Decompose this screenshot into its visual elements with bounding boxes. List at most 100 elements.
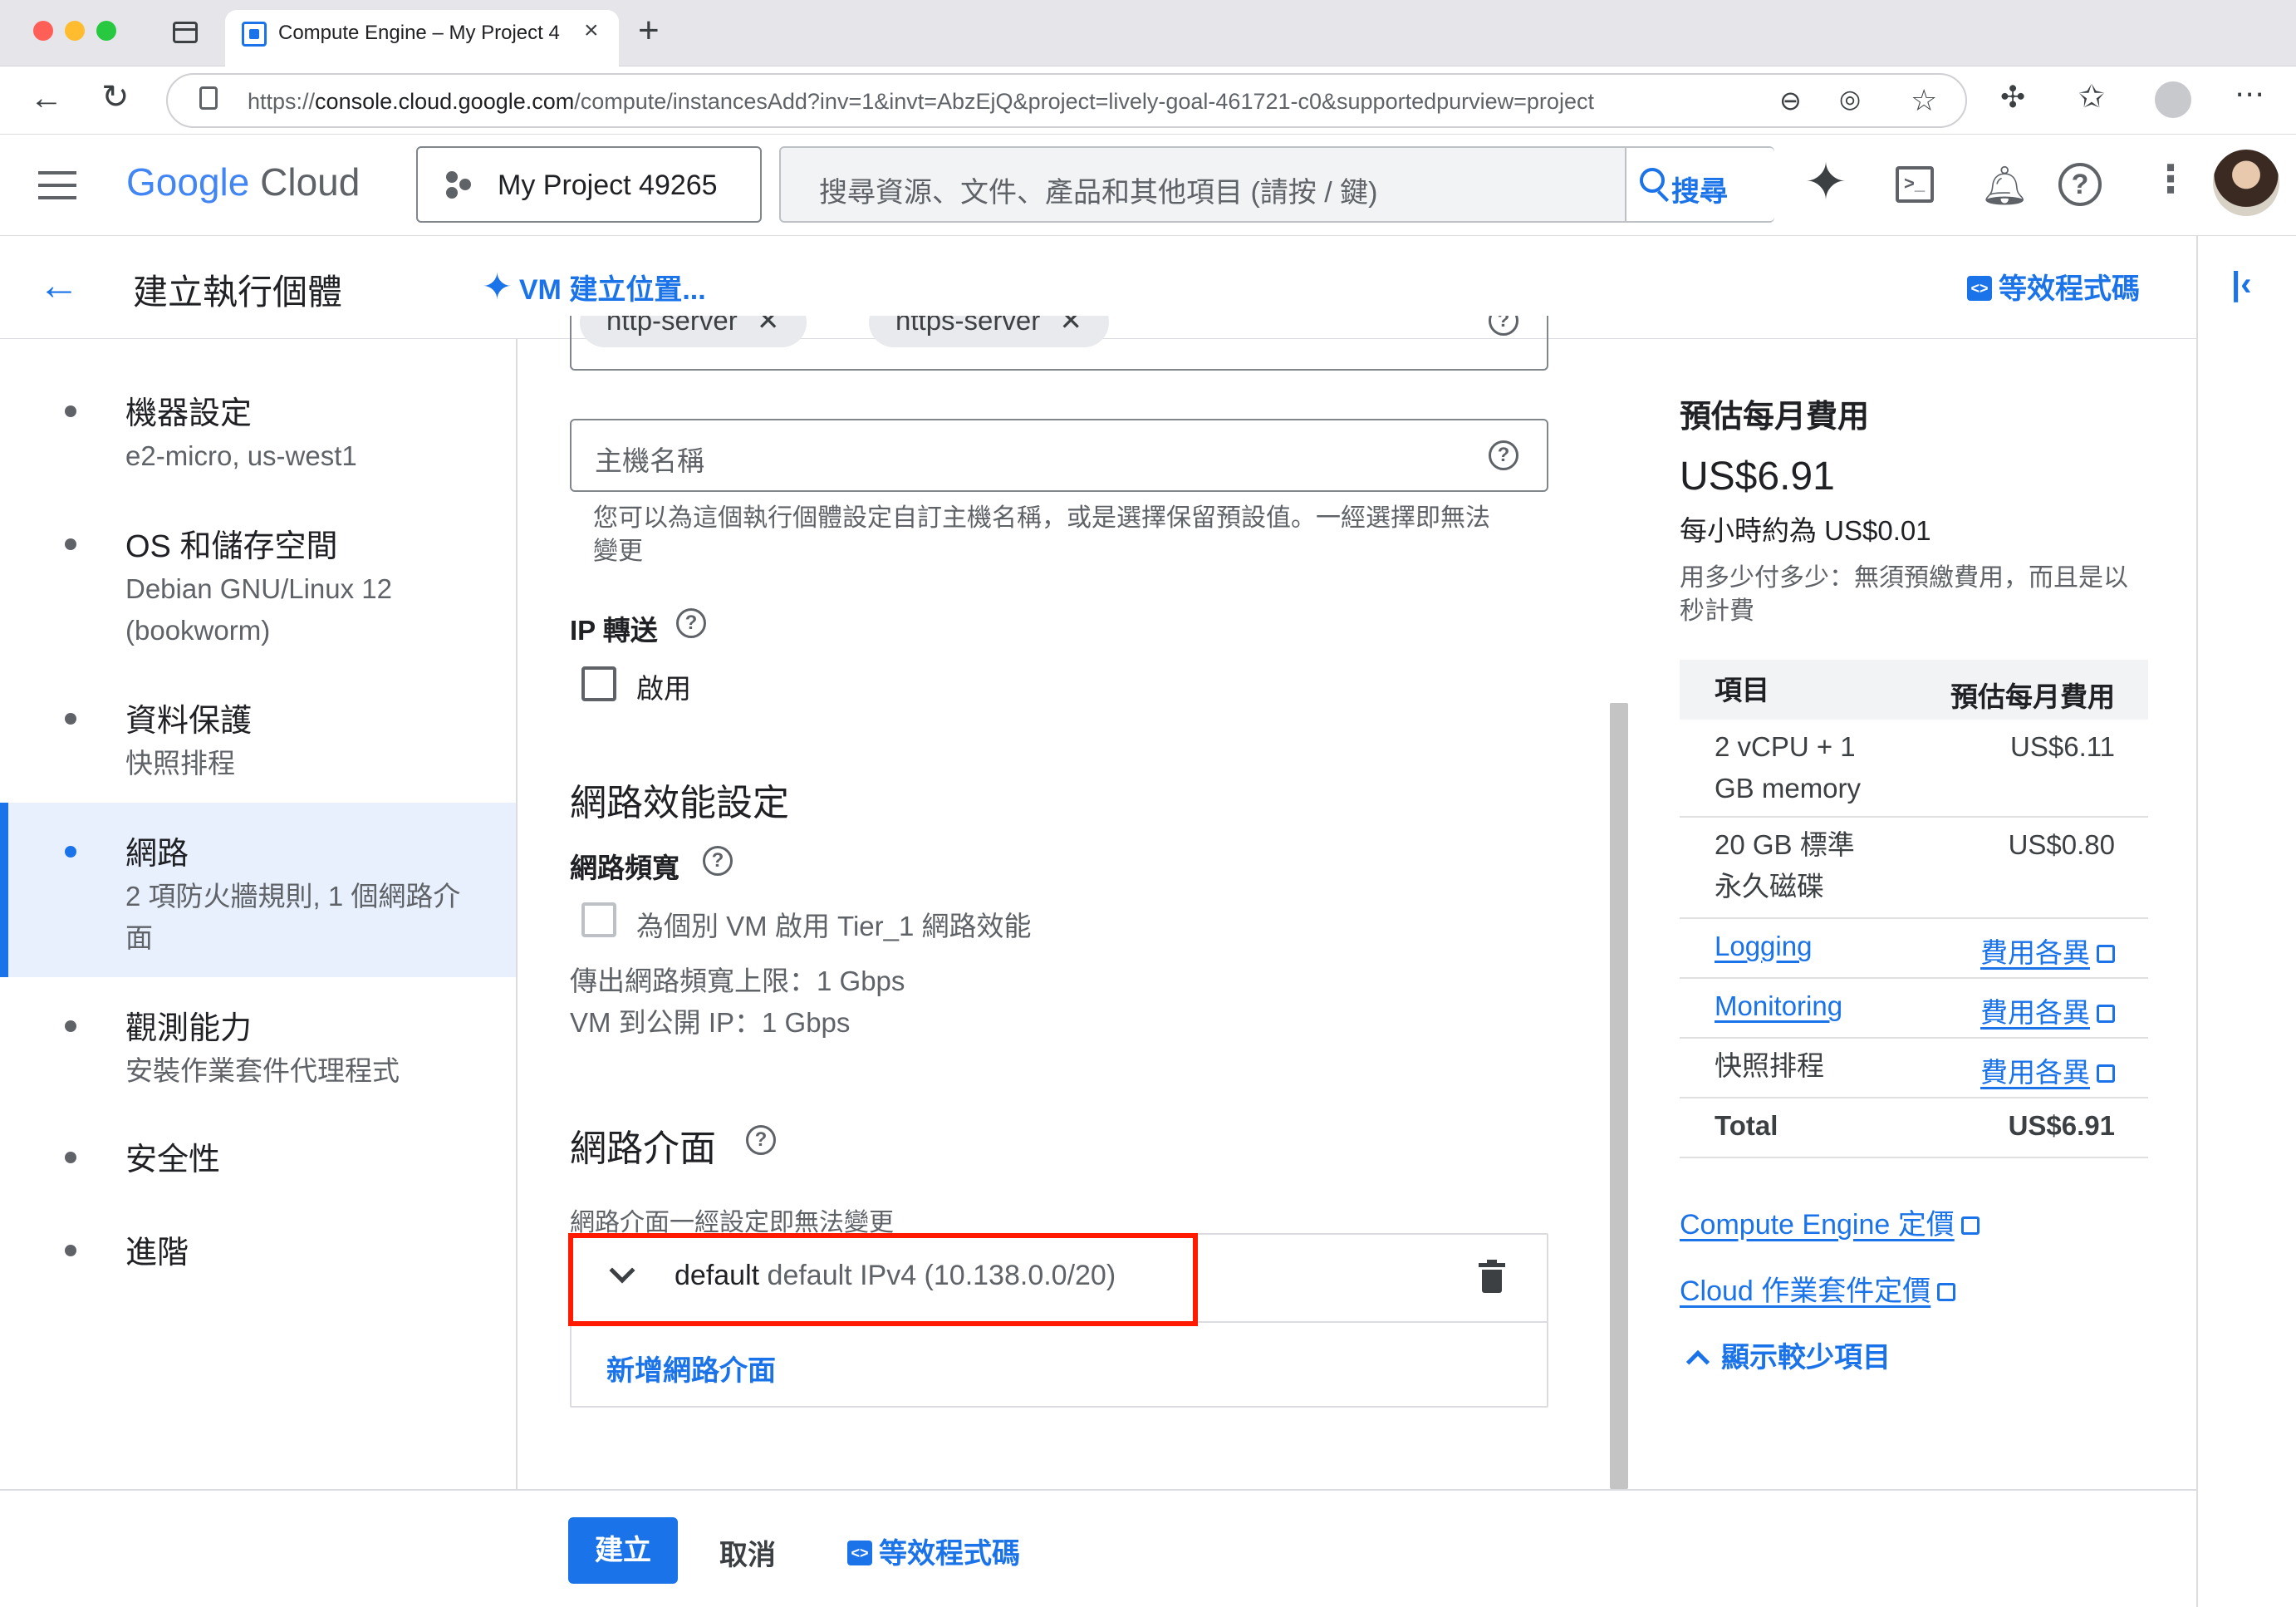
nav-item-subtitle: Debian GNU/Linux 12 (bookworm) [125,573,393,646]
help-icon[interactable]: ? [1489,440,1518,470]
zoom-icon[interactable]: ⊖ [1779,85,1802,116]
external-link-icon [2097,945,2115,963]
nav-active-indicator [0,803,8,977]
tab-close-icon[interactable]: × [584,17,599,45]
hostname-field[interactable]: 主機名稱 ? [570,419,1548,492]
billing-note: 用多少付多少：無須預繳費用，而且是以 秒計費 [1680,564,2128,625]
cost-row-value: US$0.80 [2008,829,2115,860]
varies-link[interactable]: 費用各異 [1980,990,2115,1030]
nav-item-subtitle: 安裝作業套件代理程式 [125,1055,400,1086]
tag-chip[interactable]: http-server ✕ [580,316,807,347]
add-network-interface-button[interactable]: 新增網路介面 [606,1348,776,1388]
create-button[interactable]: 建立 [568,1517,678,1584]
nav-item-title: 資料保護 [125,704,253,739]
egress-limit-text: 傳出網路頻寬上限：1 Gbps [570,966,905,996]
browser-toolbar: ← ↻ https://console.cloud.google.com/com… [0,66,2296,135]
network-tags-field[interactable]: http-server ✕ https-server ✕ ? [570,316,1548,371]
external-link-icon [1937,1283,1956,1301]
monitoring-link[interactable]: Monitoring [1715,985,1842,1027]
help-icon[interactable]: ? [2058,163,2102,206]
search-button-label: 搜尋 [1671,176,1728,208]
search-placeholder: 搜尋資源、文件、產品和其他項目 (請按 / 鍵) [819,177,1378,209]
chip-remove-icon[interactable]: ✕ [757,316,780,336]
project-name: My Project 49265 [498,170,718,201]
chip-remove-icon[interactable]: ✕ [1059,316,1082,336]
main-menu-icon[interactable] [38,171,76,199]
extensions-icon[interactable]: ✣ [2000,80,2025,115]
search-icon [1640,168,1665,193]
network-performance-heading: 網路效能設定 [570,783,789,823]
cloud-shell-icon[interactable]: >_ [1896,166,1934,203]
varies-link[interactable]: 費用各異 [1980,1050,2115,1090]
help-icon[interactable]: ? [746,1125,776,1155]
expand-panel-icon[interactable]: |‹ [2231,266,2252,303]
monthly-cost: US$6.91 [1680,455,1835,499]
cost-row-value: US$6.11 [2010,731,2115,762]
tracking-protection-icon[interactable]: ◎ [1839,85,1861,114]
tier1-label: 為個別 VM 啟用 Tier_1 網路效能 [636,911,1032,941]
tab-title: Compute Engine – My Project 4 [278,22,560,44]
scrollbar[interactable] [1610,703,1628,1489]
help-icon[interactable]: ? [1489,316,1518,336]
page-title: 建立執行個體 [133,273,343,312]
gemini-icon[interactable]: ✦ [1804,151,1847,212]
equivalent-code-button[interactable]: <> 等效程式碼 [847,1531,1020,1571]
search-input[interactable]: 搜尋資源、文件、產品和其他項目 (請按 / 鍵) 搜尋 [779,146,1774,223]
browser-tab[interactable]: Compute Engine – My Project 4 × [225,10,619,66]
tag-chip[interactable]: https-server ✕ [869,316,1110,347]
network-interfaces-heading: 網路介面 [570,1128,716,1169]
compute-engine-favicon-icon [242,22,267,47]
nav-item-subtitle: 快照排程 [125,748,235,779]
project-icon [446,171,474,199]
cost-total-row: Total US$6.91 [1680,1098,2148,1158]
cost-row-item: 2 vCPU + 1 GB memory [1715,731,1862,804]
chevron-up-icon [1685,1349,1710,1374]
browser-tab-bar: Compute Engine – My Project 4 × + [0,0,2296,66]
cost-total-label: Total [1715,1110,1778,1141]
account-avatar[interactable] [2213,150,2279,216]
help-icon[interactable]: ? [676,608,706,638]
cloud-ops-pricing-link[interactable]: Cloud 作業套件定價 [1680,1268,1956,1309]
delete-icon[interactable] [1479,1260,1505,1293]
tier1-checkbox[interactable] [581,902,616,937]
sidebar-toggle-icon[interactable] [173,22,198,43]
project-picker[interactable]: My Project 49265 [416,146,762,223]
cost-table-header: 項目 預估每月費用 [1680,660,2148,720]
bookmark-star-icon[interactable]: ☆ [1911,83,1937,118]
address-bar[interactable]: https://console.cloud.google.com/compute… [166,73,1967,128]
notifications-icon[interactable]: 🔔︎ [1980,163,2029,209]
cost-row: 2 vCPU + 1 GB memory US$6.11 [1680,720,2148,818]
new-tab-icon[interactable]: + [638,10,660,52]
browser-menu-icon[interactable]: ⋯ [2235,76,2264,111]
ip-forwarding-enable-label: 啟用 [636,673,691,704]
more-options-icon[interactable]: ⋮ [2151,156,2190,201]
search-button[interactable]: 搜尋 [1625,148,1774,221]
show-less-button[interactable]: 顯示較少項目 [1685,1334,1891,1375]
help-icon[interactable]: ? [703,846,733,876]
hostname-placeholder: 主機名稱 [595,445,704,476]
sparkle-icon: ✦ [482,267,513,307]
reload-icon[interactable]: ↻ [101,78,130,116]
cancel-button[interactable]: 取消 [719,1532,776,1573]
equivalent-code-button[interactable]: <> 等效程式碼 [1967,266,2140,307]
code-icon: <> [1967,276,1992,302]
vm-creation-helper-button[interactable]: ✦ VM 建立位置... [482,266,706,308]
compute-engine-pricing-link[interactable]: Compute Engine 定價 [1680,1202,1980,1242]
back-icon[interactable]: ← [30,80,63,117]
profile-avatar[interactable] [2155,81,2191,118]
site-info-icon[interactable] [199,86,218,110]
action-footer: 建立 取消 <> 等效程式碼 [0,1489,2196,1607]
hostname-hint: 您可以為這個執行個體設定自訂主機名稱，或是選擇保留預設值。一經選擇即無法 變更 [593,504,1490,565]
back-arrow-icon[interactable]: ← [38,261,80,309]
window-close-button[interactable] [33,21,53,41]
varies-link[interactable]: 費用各異 [1980,931,2115,971]
ip-forwarding-checkbox[interactable] [581,666,616,701]
logging-link[interactable]: Logging [1715,926,1812,967]
external-link-icon [1960,1216,1980,1235]
nav-item-title: 安全性 [125,1143,221,1177]
window-maximize-button[interactable] [96,21,116,41]
nav-item-title: 進階 [125,1236,189,1270]
window-minimize-button[interactable] [65,21,85,41]
google-cloud-logo[interactable]: Google Cloud [126,160,360,204]
favorites-icon[interactable]: ✩ [2078,78,2105,115]
